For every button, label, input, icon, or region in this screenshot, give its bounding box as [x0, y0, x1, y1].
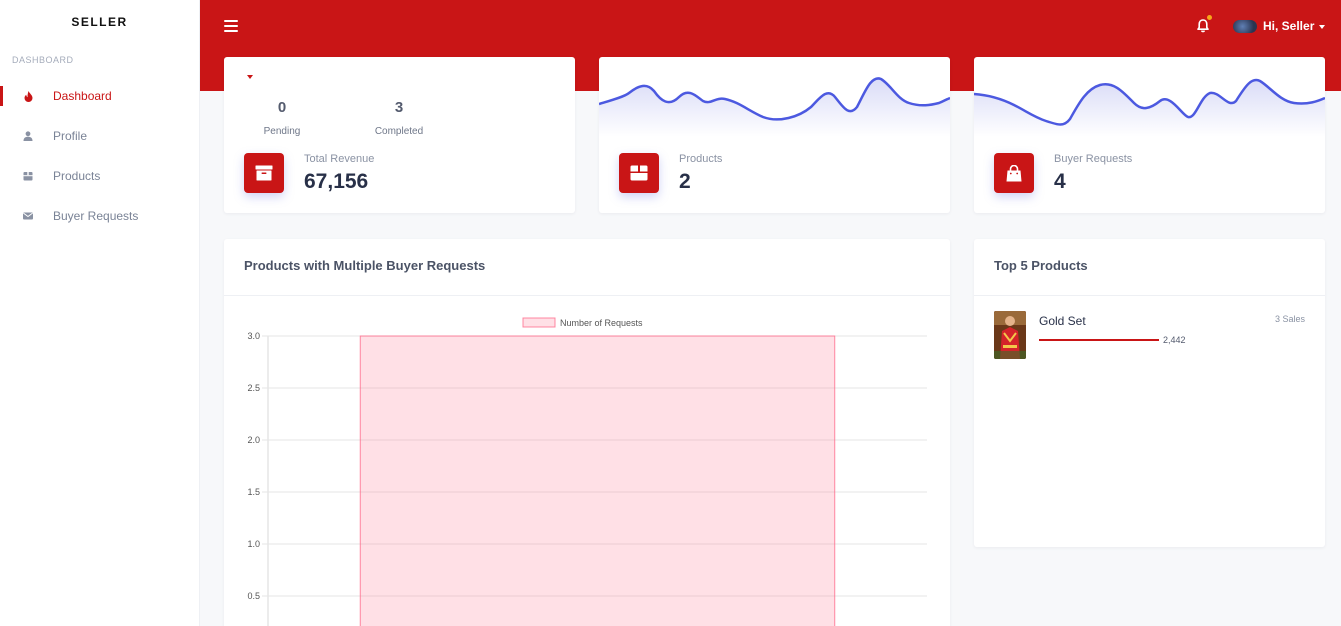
- completed-value: 3: [394, 99, 404, 116]
- bar-chart: 3.0 2.5 2.0 1.5 1.0 0.5 Number of Requests: [247, 317, 927, 626]
- requests-sparkline: [974, 78, 1325, 137]
- sidebar-item-label: Products: [53, 169, 101, 183]
- y-tick-label: 1.5: [247, 487, 260, 497]
- y-tick-label: 3.0: [247, 331, 260, 341]
- legend-swatch: [522, 317, 556, 328]
- products-label: Products: [679, 153, 723, 165]
- legend-label: Number of Requests: [560, 318, 643, 328]
- flame-icon: [22, 90, 34, 102]
- total-revenue-value: 67,156: [304, 170, 369, 193]
- chevron-down-icon: [1319, 24, 1326, 29]
- user-menu[interactable]: Hi, Seller: [1263, 19, 1326, 33]
- products-value: 2: [679, 170, 691, 193]
- sidebar-item-label: Buyer Requests: [53, 209, 139, 223]
- product-name: Gold Set: [1039, 314, 1086, 328]
- y-tick-label: 2.5: [247, 383, 260, 393]
- box-icon: [619, 153, 659, 193]
- shopping-bag-icon: [994, 153, 1034, 193]
- sidebar-item-products[interactable]: Products: [0, 156, 199, 196]
- box-icon: [22, 170, 34, 182]
- top-products-panel: Top 5 Products Gold Set 3 Sales 2,442: [974, 239, 1325, 547]
- buyer-requests-label: Buyer Requests: [1054, 153, 1133, 165]
- user-greeting: Hi, Seller: [1263, 19, 1315, 33]
- sidebar-section-label: DASHBOARD: [12, 55, 74, 65]
- products-card: Products 2: [599, 57, 950, 213]
- sidebar: SELLER DASHBOARD Dashboard Profile Produ…: [0, 0, 200, 626]
- y-tick-label: 0.5: [247, 591, 260, 601]
- sidebar-item-label: Profile: [53, 129, 88, 143]
- envelope-icon: [22, 210, 34, 222]
- product-sales: 3 Sales: [1274, 314, 1305, 324]
- chart-panel: Products with Multiple Buyer Requests 3.…: [224, 239, 950, 626]
- completed-label: Completed: [374, 126, 424, 137]
- sidebar-item-buyer-requests[interactable]: Buyer Requests: [0, 196, 199, 236]
- sidebar-item-label: Dashboard: [53, 89, 112, 103]
- chevron-down-icon[interactable]: [247, 75, 253, 79]
- menu-toggle-icon[interactable]: [224, 20, 238, 32]
- pending-value: 0: [277, 99, 287, 116]
- pending-stat: 0 Pending: [237, 99, 327, 137]
- product-thumbnail: [994, 311, 1026, 359]
- total-revenue-label: Total Revenue: [304, 153, 375, 165]
- notification-bell-icon[interactable]: [1195, 15, 1212, 34]
- chart-bar: [359, 335, 836, 626]
- pending-label: Pending: [263, 126, 301, 137]
- buyer-requests-value: 4: [1054, 170, 1066, 193]
- sidebar-item-profile[interactable]: Profile: [0, 116, 199, 156]
- brand-logo[interactable]: SELLER: [0, 0, 199, 44]
- notification-dot: [1207, 15, 1212, 20]
- top-products-title: Top 5 Products: [994, 258, 1088, 273]
- revenue-card: 0 Pending 3 Completed Total Revenue 67,1…: [224, 57, 575, 213]
- products-sparkline: [599, 77, 950, 137]
- chart-panel-title: Products with Multiple Buyer Requests: [244, 258, 486, 273]
- buyer-requests-card: Buyer Requests 4: [974, 57, 1325, 213]
- archive-icon: [244, 153, 284, 193]
- divider: [974, 295, 1325, 296]
- y-tick-label: 2.0: [247, 435, 260, 445]
- avatar[interactable]: [1233, 20, 1257, 33]
- user-icon: [22, 130, 34, 142]
- y-tick-label: 1.0: [247, 539, 260, 549]
- product-amount: 2,442: [1163, 335, 1186, 345]
- product-sales-bar: [1039, 339, 1159, 341]
- sidebar-item-dashboard[interactable]: Dashboard: [0, 76, 199, 116]
- completed-stat: 3 Completed: [354, 99, 444, 137]
